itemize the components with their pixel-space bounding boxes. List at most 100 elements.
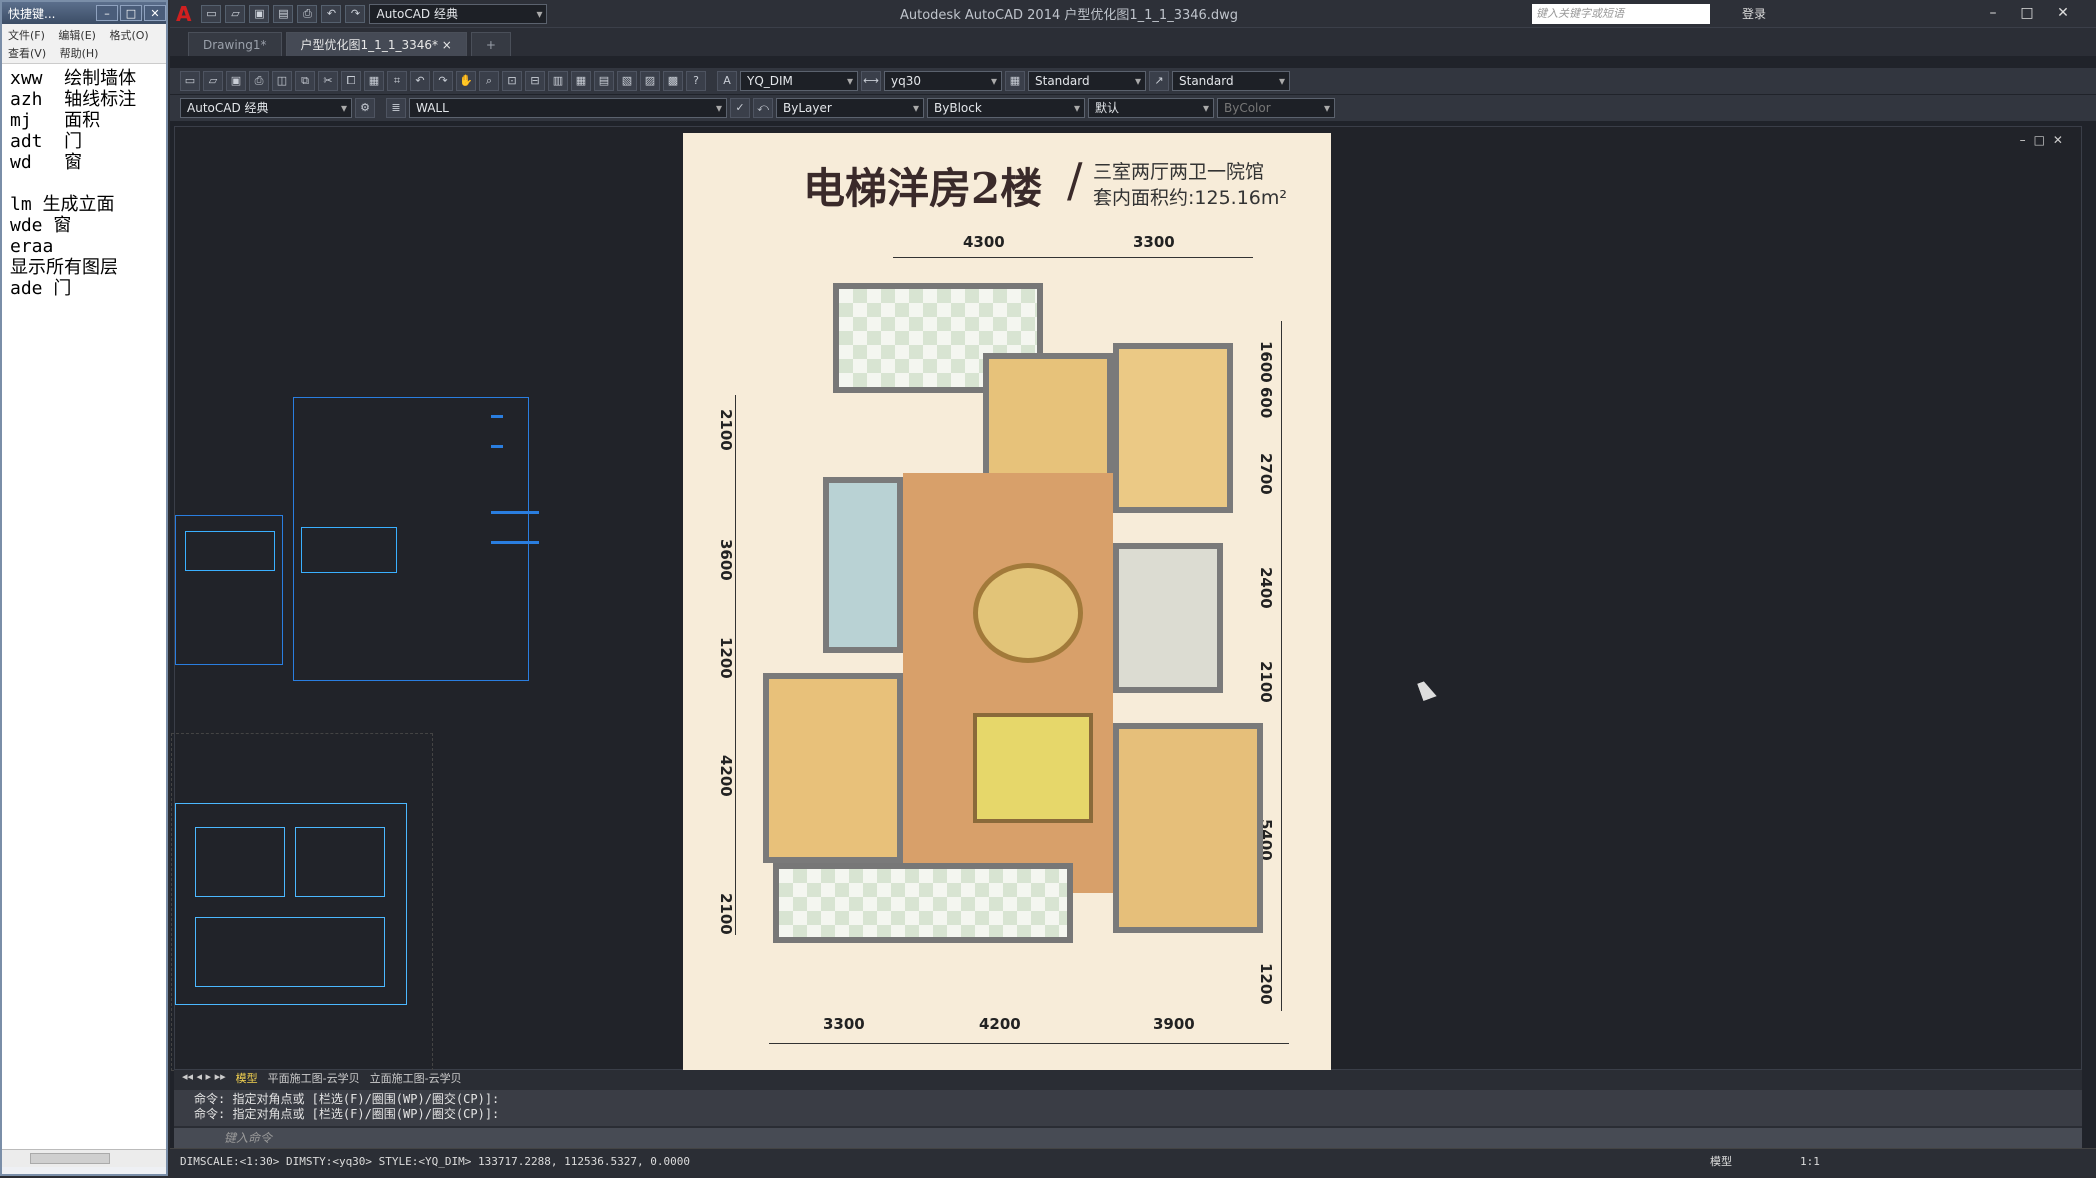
saveas-icon[interactable]: ▤ bbox=[273, 4, 294, 23]
notepad-text-area[interactable]: xww 绘制墙体 azh 轴线标注 mj 面积 adt 门 wd 窗 lm 生成立面 wd… bbox=[2, 64, 166, 1149]
save-icon[interactable]: ▣ bbox=[249, 4, 270, 23]
dim-left-4: 4200 bbox=[717, 755, 735, 797]
zoom-icon[interactable]: ⌕ bbox=[479, 71, 499, 91]
command-input[interactable]: 键入命令 bbox=[174, 1128, 2082, 1148]
notepad-line: lm 生成立面 bbox=[10, 194, 115, 215]
dim-bottom-2: 4200 bbox=[979, 1015, 1021, 1033]
linetype-select[interactable]: ByBlock bbox=[927, 98, 1085, 118]
cad-line bbox=[491, 541, 539, 544]
bedroom-left bbox=[763, 673, 903, 863]
cad-cabinet-block[interactable] bbox=[301, 527, 397, 573]
undo-icon[interactable]: ↶ bbox=[410, 71, 430, 91]
print-icon[interactable]: ⎙ bbox=[297, 4, 318, 23]
viewport-controls[interactable]: –□✕ bbox=[2020, 133, 2071, 147]
dim-top-2: 3300 bbox=[1133, 233, 1175, 251]
workspace-select[interactable]: AutoCAD 经典 bbox=[369, 3, 548, 24]
cad-room-block bbox=[195, 917, 385, 987]
dimstyle-select[interactable]: YQ_DIM bbox=[740, 71, 858, 91]
tablestyle-icon[interactable]: ▦ bbox=[1005, 71, 1025, 91]
palettes-icon[interactable]: ▤ bbox=[594, 71, 614, 91]
match-icon[interactable]: ⌗ bbox=[387, 71, 407, 91]
save-icon[interactable]: ▣ bbox=[226, 71, 246, 91]
app-maximize-button[interactable]: □ bbox=[2014, 2, 2040, 24]
tab-drawing1[interactable]: Drawing1* bbox=[188, 32, 282, 56]
menu-edit[interactable]: 编辑(E) bbox=[58, 29, 96, 42]
pan-icon[interactable]: ✋ bbox=[456, 71, 476, 91]
autocad-logo-icon[interactable]: A bbox=[176, 2, 191, 26]
close-button[interactable]: ✕ bbox=[144, 5, 166, 21]
autocad-window: A ▭ ▱ ▣ ▤ ⎙ ↶ ↷ AutoCAD 经典 Autodesk Auto… bbox=[170, 0, 2096, 1178]
menu-view[interactable]: 查看(V) bbox=[8, 47, 46, 60]
window-title: Autodesk AutoCAD 2014 户型优化图1_1_1_3346.dw… bbox=[900, 8, 1239, 23]
document-tabs: Drawing1* 户型优化图1_1_1_3346* × + bbox=[170, 28, 2096, 56]
notepad-line: mj 面积 bbox=[10, 110, 101, 131]
zoom-prev-icon[interactable]: ⊟ bbox=[525, 71, 545, 91]
notepad-titlebar: 快捷键... – □ ✕ bbox=[2, 2, 166, 24]
annotation-scale[interactable]: 1:1 bbox=[1800, 1149, 1820, 1175]
paste-icon[interactable]: ▦ bbox=[364, 71, 384, 91]
open-icon[interactable]: ▱ bbox=[203, 71, 223, 91]
menu-help[interactable]: 帮助(H) bbox=[60, 47, 99, 60]
tab-layout-2[interactable]: 立面施工图-云学贝 bbox=[370, 1070, 462, 1086]
textstyle-select[interactable]: yq30 bbox=[884, 71, 1002, 91]
cad-sofa-block[interactable] bbox=[185, 531, 275, 571]
publish-icon[interactable]: ⧉ bbox=[295, 71, 315, 91]
workspace-select-2[interactable]: AutoCAD 经典 bbox=[180, 98, 352, 118]
model-button[interactable]: 模型 bbox=[1710, 1149, 1732, 1175]
login-button[interactable]: 登录 bbox=[1742, 5, 1766, 22]
app-minimize-button[interactable]: – bbox=[1980, 2, 2006, 24]
layer-select[interactable]: WALL bbox=[409, 98, 727, 118]
menu-format[interactable]: 格式(O) bbox=[109, 29, 148, 42]
plot-icon[interactable]: ⎙ bbox=[249, 71, 269, 91]
new-icon[interactable]: ▭ bbox=[180, 71, 200, 91]
tab-active-drawing[interactable]: 户型优化图1_1_1_3346* × bbox=[285, 32, 467, 56]
notepad-line: azh 轴线标注 bbox=[10, 89, 137, 110]
app-close-button[interactable]: ✕ bbox=[2050, 2, 2076, 24]
plan-area: 套内面积约:125.16m² bbox=[1093, 187, 1288, 209]
search-input[interactable]: 键入关键字或短语 bbox=[1532, 4, 1710, 24]
sheetset-icon[interactable]: ▧ bbox=[617, 71, 637, 91]
markup-icon[interactable]: ▨ bbox=[640, 71, 660, 91]
scrollbar-thumb[interactable] bbox=[30, 1153, 110, 1164]
new-tab-button[interactable]: + bbox=[470, 32, 511, 56]
mleader-icon[interactable]: ↗ bbox=[1149, 71, 1169, 91]
help-icon[interactable]: ? bbox=[686, 71, 706, 91]
floor-plan-image[interactable]: 电梯洋房2楼 / 三室两厅两卫一院馆 套内面积约:125.16m² 4300 3… bbox=[683, 133, 1331, 1071]
drawing-viewport[interactable]: –□✕ 电梯洋房2楼 / 三室两厅两卫一院馆 套内面积约:125.16m² 43… bbox=[171, 126, 2082, 1071]
maximize-button[interactable]: □ bbox=[120, 5, 142, 21]
redo-icon[interactable]: ↷ bbox=[433, 71, 453, 91]
lineweight-select[interactable]: 默认 bbox=[1088, 98, 1214, 118]
cut-icon[interactable]: ✂ bbox=[318, 71, 338, 91]
tab-layout-1[interactable]: 平面施工图-云学贝 bbox=[268, 1070, 360, 1086]
minimize-button[interactable]: – bbox=[96, 5, 118, 21]
calc-icon[interactable]: ▩ bbox=[663, 71, 683, 91]
layout-nav-icon[interactable]: ◂◂ ◂ ▸ ▸▸ bbox=[182, 1070, 226, 1086]
preview-icon[interactable]: ◫ bbox=[272, 71, 292, 91]
tab-model[interactable]: 模型 bbox=[236, 1070, 258, 1086]
layer-manager-icon[interactable]: ≣ bbox=[386, 98, 406, 118]
new-icon[interactable]: ▭ bbox=[201, 4, 222, 23]
plotstyle-select[interactable]: ByColor bbox=[1217, 98, 1335, 118]
dimstyle-icon[interactable]: ⟷ bbox=[861, 71, 881, 91]
copy-icon[interactable]: ⧠ bbox=[341, 71, 361, 91]
open-icon[interactable]: ▱ bbox=[225, 4, 246, 23]
layer-prev-icon[interactable]: ⤺ bbox=[753, 98, 773, 118]
menu-file[interactable]: 文件(F) bbox=[8, 29, 45, 42]
bathroom bbox=[1113, 543, 1223, 693]
undo-icon[interactable]: ↶ bbox=[321, 4, 342, 23]
properties-icon[interactable]: ▥ bbox=[548, 71, 568, 91]
textstyle-icon[interactable]: A bbox=[717, 71, 737, 91]
redo-icon[interactable]: ↷ bbox=[345, 4, 366, 23]
mleaderstyle-select[interactable]: Standard bbox=[1172, 71, 1290, 91]
plan-subtitle: 三室两厅两卫一院馆 bbox=[1093, 161, 1265, 183]
horizontal-scrollbar[interactable] bbox=[2, 1149, 166, 1167]
make-current-icon[interactable]: ✓ bbox=[730, 98, 750, 118]
tablestyle-select[interactable]: Standard bbox=[1028, 71, 1146, 91]
cad-room-block bbox=[195, 827, 285, 897]
dim-line-top bbox=[893, 257, 1253, 258]
designcenter-icon[interactable]: ▦ bbox=[571, 71, 591, 91]
color-select[interactable]: ByLayer bbox=[776, 98, 924, 118]
dim-right-4: 2400 bbox=[1257, 567, 1275, 609]
zoom-window-icon[interactable]: ⊡ bbox=[502, 71, 522, 91]
settings-icon[interactable]: ⚙ bbox=[355, 98, 375, 118]
